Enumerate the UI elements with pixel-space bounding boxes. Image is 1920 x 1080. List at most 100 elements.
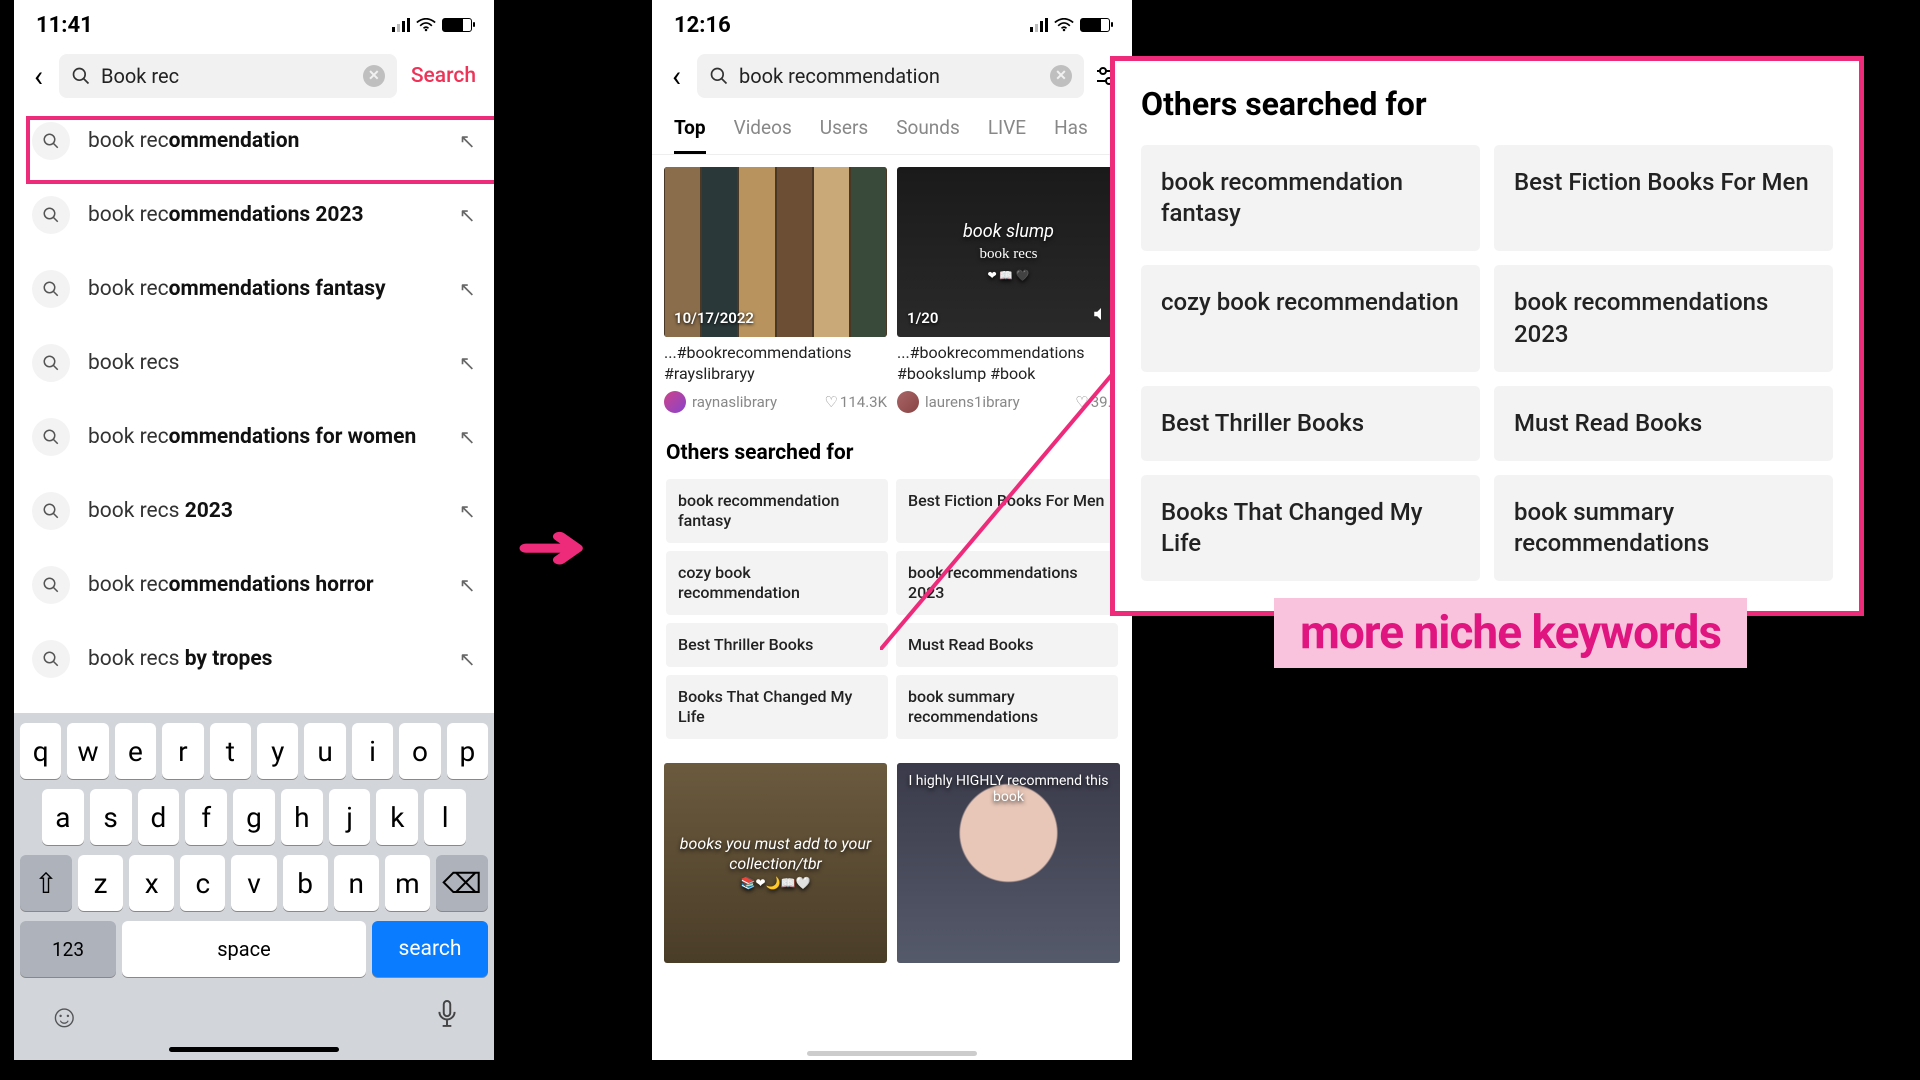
related-chip[interactable]: Best Fiction Books For Men: [896, 479, 1118, 543]
suggestion-text: book recommendation: [88, 129, 441, 153]
key-a[interactable]: a: [42, 789, 84, 845]
search-icon: [32, 492, 70, 530]
related-chip[interactable]: Must Read Books: [1494, 386, 1833, 461]
tab-videos[interactable]: Videos: [734, 104, 792, 154]
suggestion-text: book recommendations fantasy: [88, 277, 441, 301]
key-y[interactable]: y: [257, 723, 298, 779]
search-input[interactable]: book recommendation ✕: [697, 54, 1084, 98]
suggestion-row[interactable]: book recommendations for women ↗: [32, 400, 476, 474]
key-o[interactable]: o: [399, 723, 440, 779]
video-overlay-text: I highly HIGHLY recommend this book: [897, 773, 1120, 805]
key-k[interactable]: k: [376, 789, 418, 845]
back-button[interactable]: ‹: [28, 59, 49, 94]
related-chip[interactable]: Must Read Books: [896, 623, 1118, 667]
key-n[interactable]: n: [334, 855, 379, 911]
related-chip[interactable]: Books That Changed My Life: [666, 675, 888, 739]
back-button[interactable]: ‹: [666, 59, 687, 94]
key-row-2: asdfghjkl: [20, 789, 488, 845]
tab-top[interactable]: Top: [674, 104, 706, 154]
related-chip[interactable]: Books That Changed My Life: [1141, 475, 1480, 581]
suggestion-row[interactable]: book recommendation ↗: [32, 104, 476, 178]
fill-arrow-icon[interactable]: ↗: [459, 573, 476, 597]
suggestion-text: book recommendations for women: [88, 425, 441, 449]
suggestion-row[interactable]: book recommendations 2023↗: [32, 178, 476, 252]
suggestion-row[interactable]: book recs ↗: [32, 326, 476, 400]
related-chip[interactable]: Best Fiction Books For Men: [1494, 145, 1833, 251]
mic-button[interactable]: [434, 998, 460, 1034]
suggestion-row[interactable]: book recommendations fantasy ↗: [32, 252, 476, 326]
key-s[interactable]: s: [90, 789, 132, 845]
fill-arrow-icon[interactable]: ↗: [459, 277, 476, 301]
suggestion-row[interactable]: book recs 2023 ↗: [32, 474, 476, 548]
wifi-icon: [416, 18, 436, 32]
clear-button[interactable]: ✕: [1050, 65, 1072, 87]
tab-live[interactable]: LIVE: [988, 104, 1026, 154]
key-i[interactable]: i: [352, 723, 393, 779]
tab-sounds[interactable]: Sounds: [896, 104, 960, 154]
suggestion-row[interactable]: book recs by tropes ↗: [32, 622, 476, 696]
suggestion-text: book recs: [88, 351, 441, 375]
key-w[interactable]: w: [67, 723, 108, 779]
space-key[interactable]: space: [122, 921, 366, 977]
related-chip[interactable]: book recommendations 2023: [1494, 265, 1833, 371]
related-chip[interactable]: Best Thriller Books: [666, 623, 888, 667]
fill-arrow-icon[interactable]: ↗: [459, 351, 476, 375]
video-card[interactable]: book slumpbook recs❤ 📖 🖤 1/20 ...#bookre…: [897, 167, 1120, 413]
key-r[interactable]: r: [162, 723, 203, 779]
fill-arrow-icon[interactable]: ↗: [459, 647, 476, 671]
related-chip[interactable]: Best Thriller Books: [1141, 386, 1480, 461]
fill-arrow-icon[interactable]: ↗: [459, 425, 476, 449]
keyboard-search-key[interactable]: search: [372, 921, 488, 977]
video-grid-2: books you must add to your collection/tb…: [652, 745, 1132, 975]
key-z[interactable]: z: [78, 855, 123, 911]
video-card[interactable]: books you must add to your collection/tb…: [664, 763, 887, 963]
emoji-button[interactable]: ☺: [48, 997, 81, 1035]
related-chip[interactable]: book recommendation fantasy: [666, 479, 888, 543]
arrow-annotation: ➜: [516, 511, 588, 582]
video-caption: ...#bookrecommendations #bookslump #book: [897, 337, 1120, 387]
suggestion-text: book recs 2023: [88, 499, 441, 523]
video-user: raynaslibrary: [692, 393, 777, 411]
related-chip[interactable]: book summary recommendations: [1494, 475, 1833, 581]
key-h[interactable]: h: [281, 789, 323, 845]
key-g[interactable]: g: [233, 789, 275, 845]
key-e[interactable]: e: [115, 723, 156, 779]
numbers-key[interactable]: 123: [20, 921, 116, 977]
related-chip[interactable]: book summary recommendations: [896, 675, 1118, 739]
key-c[interactable]: c: [180, 855, 225, 911]
fill-arrow-icon[interactable]: ↗: [459, 499, 476, 523]
search-button[interactable]: Search: [407, 64, 480, 88]
home-indicator: [807, 1051, 977, 1056]
key-f[interactable]: f: [185, 789, 227, 845]
video-card[interactable]: 10/17/2022 ...#bookrecommendations #rays…: [664, 167, 887, 413]
fill-arrow-icon[interactable]: ↗: [459, 203, 476, 227]
key-t[interactable]: t: [210, 723, 251, 779]
key-u[interactable]: u: [304, 723, 345, 779]
tab-users[interactable]: Users: [820, 104, 868, 154]
suggestion-row[interactable]: book recommendations horror↗: [32, 548, 476, 622]
key-x[interactable]: x: [129, 855, 174, 911]
search-icon: [32, 122, 70, 160]
tab-has[interactable]: Has: [1054, 104, 1088, 154]
shift-key[interactable]: ⇧: [20, 855, 72, 911]
related-chip[interactable]: book recommendations 2023: [896, 551, 1118, 615]
backspace-key[interactable]: ⌫: [436, 855, 488, 911]
video-card[interactable]: I highly HIGHLY recommend this book: [897, 763, 1120, 963]
key-q[interactable]: q: [20, 723, 61, 779]
key-p[interactable]: p: [447, 723, 488, 779]
suggestion-text: book recs by tropes: [88, 647, 441, 671]
key-v[interactable]: v: [231, 855, 276, 911]
key-b[interactable]: b: [283, 855, 328, 911]
clear-button[interactable]: ✕: [363, 65, 385, 87]
video-badge: 1/20: [907, 309, 938, 327]
key-l[interactable]: l: [424, 789, 466, 845]
related-chip[interactable]: cozy book recommendation: [1141, 265, 1480, 371]
key-d[interactable]: d: [138, 789, 180, 845]
key-j[interactable]: j: [329, 789, 371, 845]
key-m[interactable]: m: [385, 855, 430, 911]
fill-arrow-icon[interactable]: ↗: [459, 129, 476, 153]
video-grid-1: 10/17/2022 ...#bookrecommendations #rays…: [652, 155, 1132, 425]
related-chip[interactable]: book recommendation fantasy: [1141, 145, 1480, 251]
search-input[interactable]: Book rec ✕: [59, 54, 397, 98]
related-chip[interactable]: cozy book recommendation: [666, 551, 888, 615]
